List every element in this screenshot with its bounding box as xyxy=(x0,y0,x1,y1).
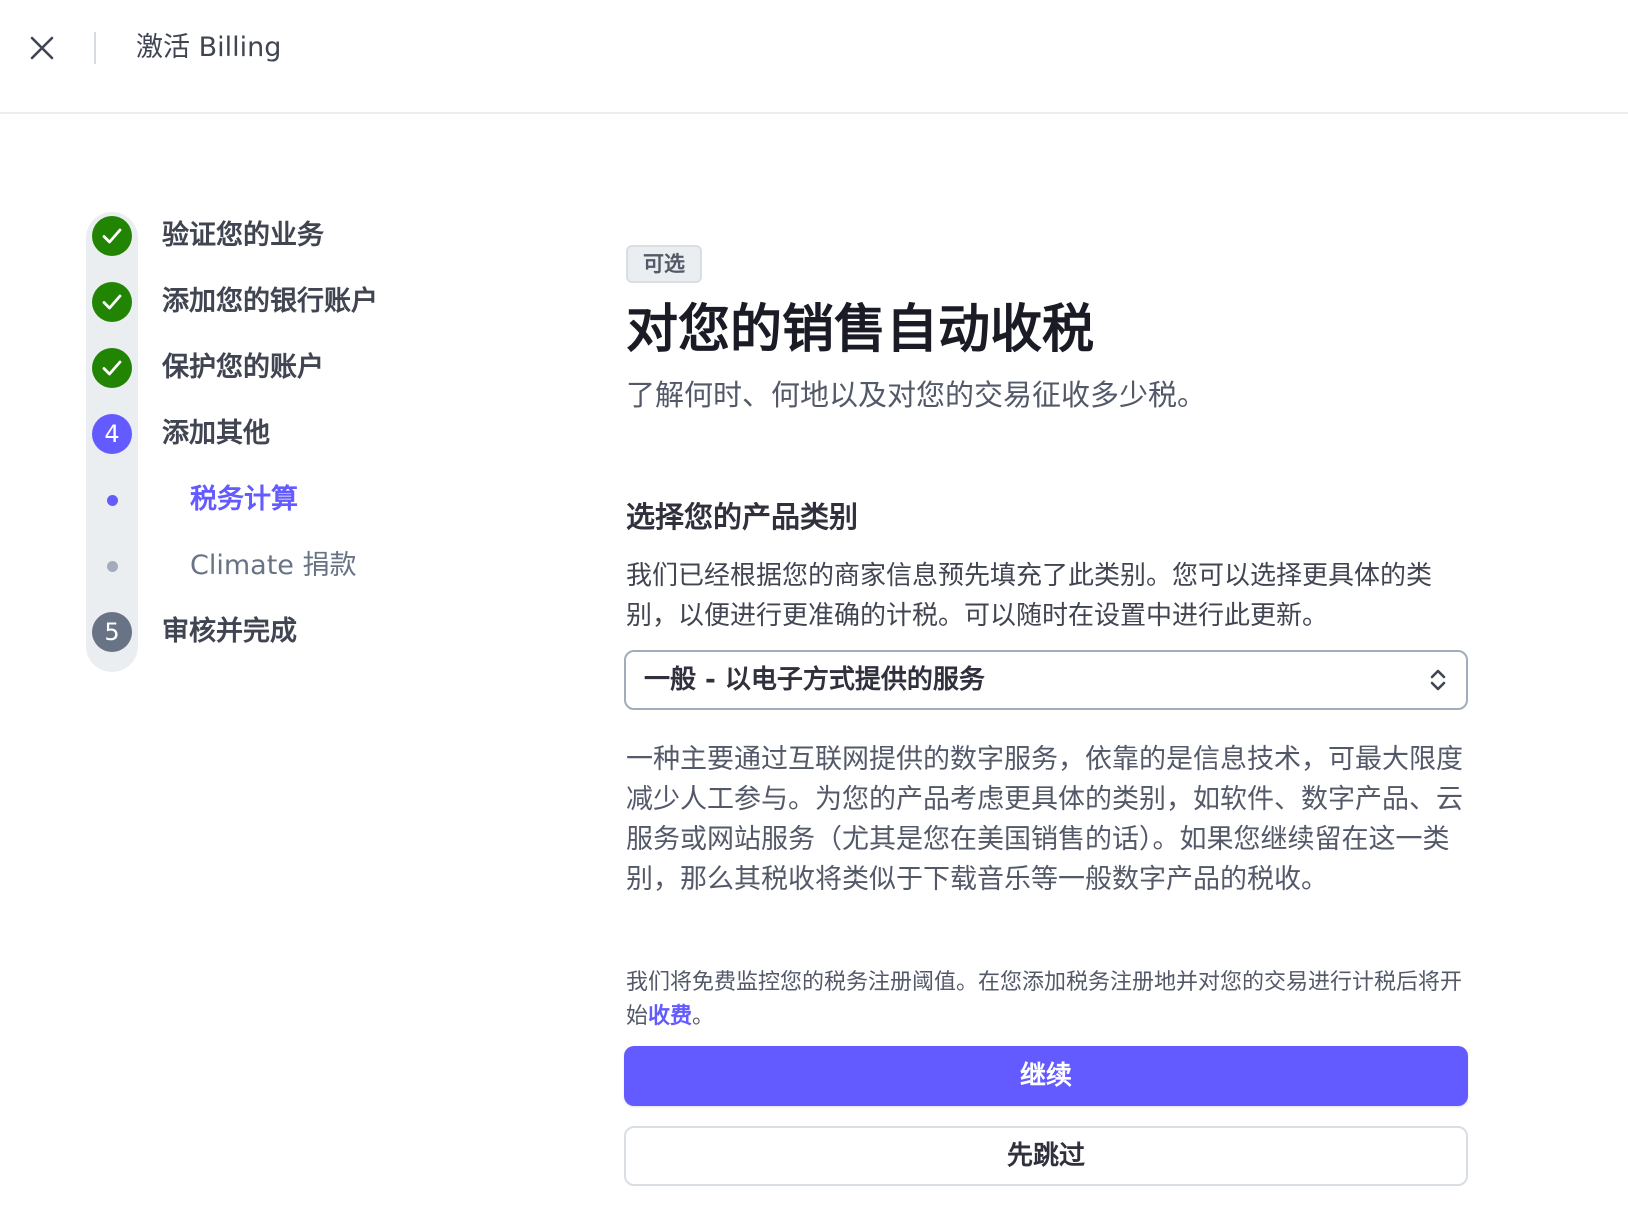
step-label: 审核并完成 xyxy=(162,616,297,647)
category-description: 一种主要通过互联网提供的数字服务，依靠的是信息技术，可最大限度减少人工参与。为您… xyxy=(626,744,1463,895)
chevron-up-down-icon xyxy=(1430,669,1446,691)
optional-badge: 可选 xyxy=(626,245,702,283)
section-description: 我们已经根据您的商家信息预先填充了此类别。您可以选择更具体的类别，以便进行更准确… xyxy=(626,561,1433,631)
step-complete-badge xyxy=(92,282,132,322)
substep-dot xyxy=(107,495,118,506)
check-icon xyxy=(102,228,122,244)
step-label: 添加您的银行账户 xyxy=(162,286,378,317)
substep-dot xyxy=(107,561,118,572)
select-value: 一般 - 以电子方式提供的服务 xyxy=(644,665,985,695)
close-button[interactable] xyxy=(22,28,62,68)
step-review-finish[interactable]: 5 审核并完成 xyxy=(0,606,560,658)
section-title: 选择您的产品类别 xyxy=(626,500,859,534)
step-number-badge: 5 xyxy=(92,612,132,652)
step-complete-badge xyxy=(92,348,132,388)
step-label: 保护您的账户 xyxy=(162,352,324,383)
step-verify-business[interactable]: 验证您的业务 xyxy=(0,210,560,262)
main-subtitle: 了解何时、何地以及对您的交易征收多少税。 xyxy=(626,378,1207,412)
substep-climate[interactable]: Climate 捐款 xyxy=(0,540,560,592)
step-label: 添加其他 xyxy=(162,418,270,449)
step-add-bank-account[interactable]: 添加您的银行账户 xyxy=(0,276,560,328)
step-secure-account[interactable]: 保护您的账户 xyxy=(0,342,560,394)
step-number-badge: 4 xyxy=(92,414,132,454)
product-category-select[interactable]: 一般 - 以电子方式提供的服务 xyxy=(624,650,1468,710)
page-title: 激活 Billing xyxy=(136,32,282,63)
substep-tax-calculation[interactable]: 税务计算 xyxy=(0,474,560,526)
main-title: 对您的销售自动收税 xyxy=(626,300,1095,360)
substep-label: Climate 捐款 xyxy=(190,550,357,581)
continue-button[interactable]: 继续 xyxy=(624,1046,1468,1106)
step-label: 验证您的业务 xyxy=(162,220,324,251)
check-icon xyxy=(102,294,122,310)
step-add-other[interactable]: 4 添加其他 xyxy=(0,408,560,460)
note-suffix: 。 xyxy=(692,1004,715,1029)
skip-button[interactable]: 先跳过 xyxy=(624,1126,1468,1186)
check-icon xyxy=(102,360,122,376)
top-bar: 激活 Billing xyxy=(0,0,1628,114)
header-divider xyxy=(94,32,96,64)
close-icon xyxy=(30,36,54,60)
substep-label: 税务计算 xyxy=(190,484,298,515)
billing-note: 我们将免费监控您的税务注册阈值。在您添加税务注册地并对您的交易进行计税后将开始收… xyxy=(626,966,1472,1034)
step-complete-badge xyxy=(92,216,132,256)
fees-link[interactable]: 收费 xyxy=(648,1004,692,1029)
note-text: 我们将免费监控您的税务注册阈值。在您添加税务注册地并对您的交易进行计税后将开始 xyxy=(626,970,1463,1029)
